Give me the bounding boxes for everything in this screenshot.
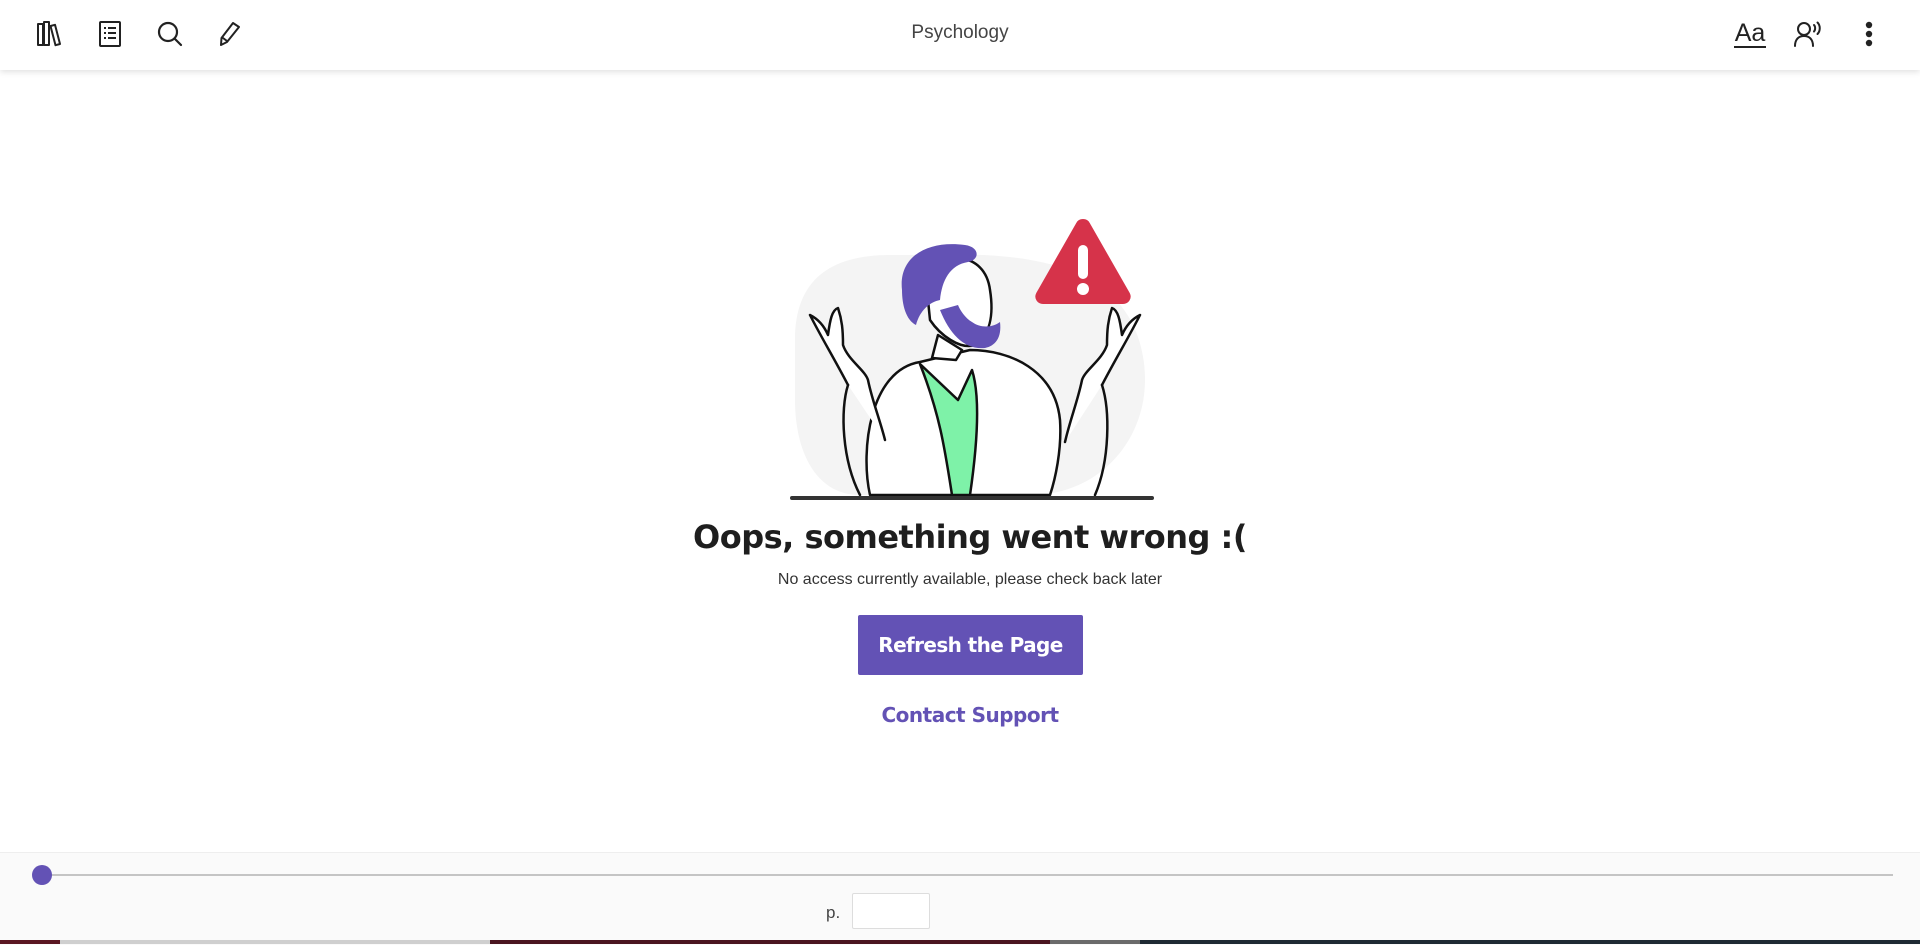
- error-subtitle: No access currently available, please ch…: [777, 571, 1163, 588]
- library-icon[interactable]: [31, 16, 67, 52]
- page-prefix-label: p.: [826, 903, 841, 922]
- book-title: Psychology: [911, 22, 1009, 43]
- search-icon[interactable]: [152, 16, 188, 52]
- page-slider-track[interactable]: [42, 874, 1893, 876]
- page-number-input[interactable]: [852, 893, 930, 929]
- warning-icon: [1035, 219, 1131, 304]
- read-aloud-icon[interactable]: [1791, 16, 1827, 52]
- error-title: Oops, something went wrong :(: [693, 518, 1247, 556]
- contents-icon[interactable]: [92, 16, 128, 52]
- page-navigation-bar: p.: [0, 852, 1920, 945]
- page-slider-thumb[interactable]: [32, 865, 52, 885]
- bottom-edge-strip: [0, 940, 1920, 944]
- top-toolbar: Psychology Aa: [0, 0, 1920, 70]
- font-settings-icon[interactable]: Aa: [1730, 16, 1770, 52]
- pencil-icon[interactable]: [211, 16, 247, 52]
- font-settings-label: Aa: [1733, 19, 1767, 48]
- contact-support-link[interactable]: Contact Support: [760, 703, 1180, 727]
- error-illustration: [780, 210, 1160, 505]
- more-vertical-icon[interactable]: [1851, 16, 1887, 52]
- refresh-page-button[interactable]: Refresh the Page: [858, 615, 1083, 675]
